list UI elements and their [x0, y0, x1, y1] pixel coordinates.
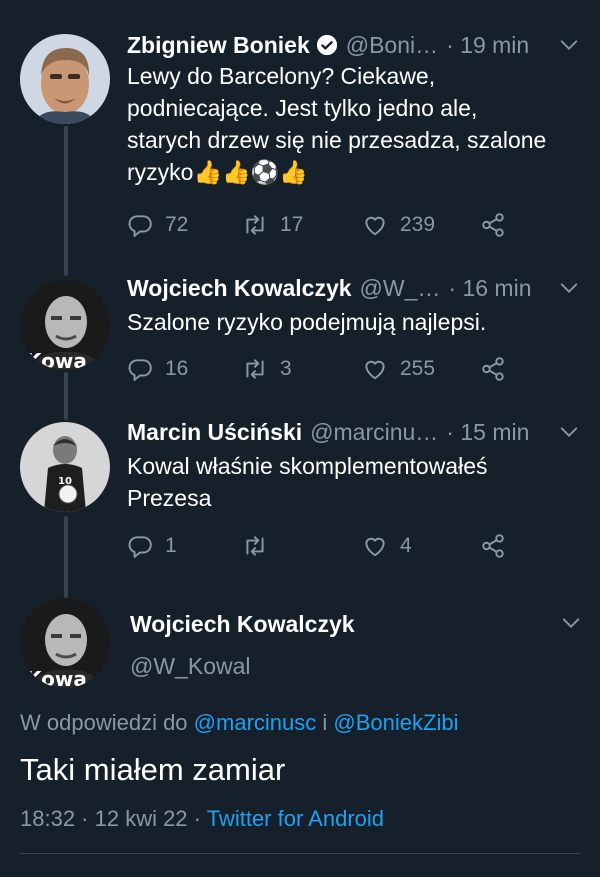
tweet-time[interactable]: · 15 min — [446, 419, 529, 446]
share-button[interactable] — [480, 354, 518, 384]
author-handle[interactable]: @Boni… — [346, 32, 438, 59]
like-button[interactable]: 255 — [362, 354, 435, 384]
tweet-actions: 16 3 255 — [127, 354, 547, 384]
reply-button[interactable]: 72 — [127, 210, 188, 240]
chevron-down-icon[interactable] — [560, 612, 582, 634]
like-icon — [365, 360, 385, 380]
tweet-text-line: podniecające. Jest tylko jedno ale, — [127, 95, 478, 121]
avatar[interactable]: Kowa — [20, 598, 110, 688]
tweet-time[interactable]: · 19 min — [446, 32, 529, 59]
retweet-button[interactable] — [242, 531, 280, 561]
reply-prefix: W odpowiedzi do — [20, 710, 188, 735]
like-icon — [365, 216, 385, 236]
tweet-usciński[interactable]: 10 Marcin Uściński @marcinu… · 15 min Ko… — [0, 400, 600, 580]
tweet-kowalczyk-reply[interactable]: Kowa Wojciech Kowalczyk @W_… · 16 min Sz… — [0, 260, 600, 400]
svg-text:Kowa: Kowa — [26, 667, 87, 688]
author-name[interactable]: Marcin Uściński — [127, 419, 302, 446]
reply-count: 1 — [165, 534, 177, 557]
tweet-actions: 72 17 239 — [127, 210, 547, 240]
reply-join: i — [322, 710, 328, 735]
main-author-name[interactable]: Wojciech Kowalczyk — [130, 611, 355, 638]
tweet-text: Kowal właśnie skomplementowałeś Prezesa — [127, 450, 580, 514]
share-icon — [482, 357, 504, 381]
tweet-meta: 18:32 · 12 kwi 22 · Twitter for Android — [20, 806, 384, 832]
share-button[interactable] — [480, 531, 518, 561]
tweet-text-line: Kowal właśnie skomplementowałeś — [127, 453, 488, 479]
reply-icon — [128, 359, 152, 381]
author-name[interactable]: Zbigniew Boniek — [127, 32, 310, 59]
like-count: 239 — [400, 213, 436, 236]
tweet-text: Szalone ryzyko podejmują najlepsi. — [127, 306, 580, 338]
client-link[interactable]: Twitter for Android — [207, 806, 384, 831]
avatar[interactable]: 10 — [20, 422, 110, 512]
avatar-uscinski-image: 10 — [20, 422, 110, 512]
retweet-button[interactable]: 3 — [242, 354, 292, 384]
reply-count: 16 — [165, 357, 189, 380]
mention-link[interactable]: @BoniekZibi — [333, 710, 458, 735]
reply-button[interactable]: 1 — [127, 531, 177, 561]
tweet-text-line: Lewy do Barcelony? Ciekawe, — [127, 63, 436, 89]
share-icon — [482, 213, 504, 237]
tweet-text-line: Prezesa — [127, 485, 212, 511]
avatar[interactable]: Kowa — [20, 280, 110, 370]
tweet-boniek[interactable]: Zbigniew Boniek @Boni… · 19 min Lewy do … — [0, 0, 600, 260]
share-button[interactable] — [480, 210, 518, 240]
tweet-text-line: ryzyko👍👍⚽👍 — [127, 159, 309, 185]
retweet-count: 17 — [280, 213, 304, 236]
main-author-handle[interactable]: @W_Kowal — [130, 653, 251, 680]
author-handle[interactable]: @W_… — [360, 275, 441, 302]
like-button[interactable]: 4 — [362, 531, 412, 561]
tweet-actions: 1 4 — [127, 531, 547, 561]
like-icon — [365, 537, 385, 557]
tweet-header: Marcin Uściński @marcinu… · 15 min — [127, 417, 580, 447]
svg-text:Kowa: Kowa — [26, 349, 87, 370]
retweet-icon — [246, 359, 264, 379]
avatar-kowalczyk-image: Kowa — [20, 598, 110, 688]
replying-to: W odpowiedzi do @marcinusc i @BoniekZibi — [20, 710, 458, 736]
avatar-boniek-image — [20, 34, 110, 124]
reply-count: 72 — [165, 213, 189, 236]
verified-icon — [316, 34, 338, 56]
chevron-down-icon[interactable] — [558, 34, 580, 56]
tweet-text: Lewy do Barcelony? Ciekawe, podniecające… — [127, 60, 580, 188]
author-name[interactable]: Wojciech Kowalczyk — [127, 275, 352, 302]
avatar[interactable] — [20, 34, 110, 124]
like-count: 255 — [400, 357, 436, 380]
like-count: 4 — [400, 534, 412, 557]
reply-icon — [128, 215, 152, 237]
avatar-kowalczyk-image: Kowa — [20, 280, 110, 370]
chevron-down-icon[interactable] — [558, 277, 580, 299]
retweet-icon — [246, 536, 264, 556]
tweet-text-line: Szalone ryzyko podejmują najlepsi. — [127, 309, 487, 335]
divider — [20, 853, 580, 854]
tweet-header: Zbigniew Boniek @Boni… · 19 min — [127, 30, 580, 60]
author-handle[interactable]: @marcinu… — [310, 419, 438, 446]
tweet-time[interactable]: · 16 min — [448, 275, 531, 302]
retweet-icon — [246, 215, 264, 235]
retweet-count: 3 — [280, 357, 292, 380]
retweet-button[interactable]: 17 — [242, 210, 303, 240]
chevron-down-icon[interactable] — [558, 421, 580, 443]
reply-icon — [128, 536, 152, 558]
reply-button[interactable]: 16 — [127, 354, 188, 384]
share-icon — [482, 534, 504, 558]
mention-link[interactable]: @marcinusc — [194, 710, 317, 735]
like-button[interactable]: 239 — [362, 210, 435, 240]
tweet-text-line: starych drzew się nie przesadza, szalone — [127, 127, 547, 153]
tweet-header: Wojciech Kowalczyk @W_… · 16 min — [127, 273, 580, 303]
main-tweet-text: Taki miałem zamiar — [20, 752, 286, 787]
tweet-date: 18:32 · 12 kwi 22 · — [20, 806, 201, 831]
